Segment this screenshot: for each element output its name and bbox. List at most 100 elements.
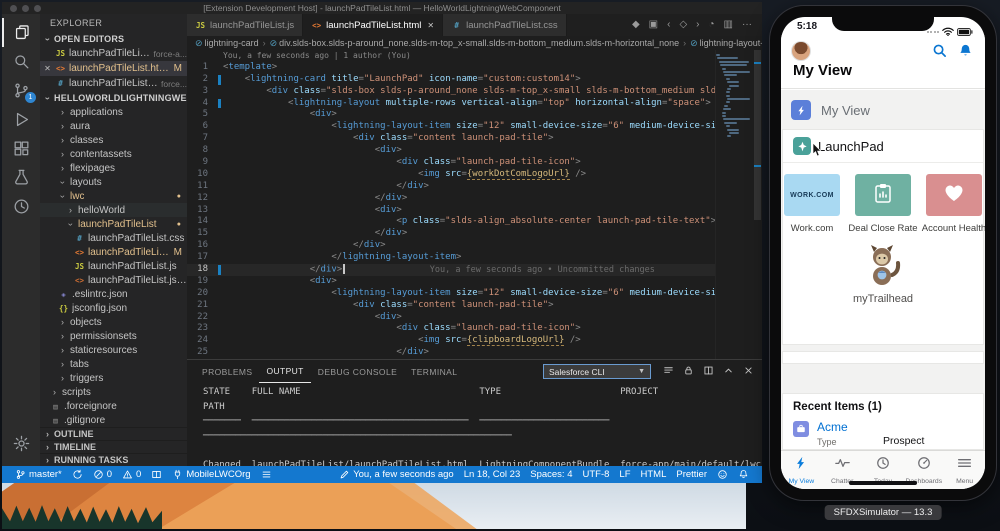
status-utf-8[interactable]: UTF-8 — [577, 469, 614, 480]
avatar[interactable] — [791, 41, 811, 61]
tree-item-forceignore[interactable]: ▤.forceignore — [40, 399, 187, 413]
launchpad-tile-work-com[interactable]: WORK.COMWork.com — [784, 174, 840, 234]
status-master[interactable]: master* — [10, 469, 67, 480]
code-line[interactable]: 21 <div class="content launch-pad-tile"> — [187, 300, 715, 312]
split-editor-icon[interactable]: ▥ — [724, 20, 733, 30]
status-you-a-few-seconds-ago[interactable]: You, a few seconds ago — [334, 469, 459, 480]
code-line[interactable]: 17 </lightning-layout-item> — [187, 252, 715, 264]
code-line[interactable]: 15 </div> — [187, 228, 715, 240]
tree-item-launchpadtilelist[interactable]: ›launchPadTileList● — [40, 217, 187, 231]
status-lf[interactable]: LF — [614, 469, 635, 480]
mytrailhead-mascot[interactable] — [865, 243, 901, 292]
settings-icon[interactable] — [2, 429, 40, 458]
open-editor-launchpadtilelist-css[interactable]: #launchPadTileList.cssforce... — [40, 76, 187, 91]
tree-item-scripts[interactable]: ›scripts — [40, 385, 187, 399]
close-panel-icon[interactable] — [743, 363, 754, 381]
code-line[interactable]: 3 <div class="slds-box slds-p-around_non… — [187, 86, 715, 98]
tree-item-lwc[interactable]: ›lwc● — [40, 189, 187, 203]
open-changes-icon[interactable]: ◇ — [679, 20, 687, 30]
status-0[interactable]: 0 — [117, 469, 146, 480]
tree-item-contentassets[interactable]: ›contentassets — [40, 147, 187, 161]
status-prettier[interactable]: Prettier — [671, 469, 712, 480]
status-ln-18-col-23[interactable]: Ln 18, Col 23 — [459, 469, 526, 480]
code-line[interactable]: 19 <div> — [187, 276, 715, 288]
status-0[interactable]: 0 — [88, 469, 117, 480]
code-line[interactable]: 4 <lightning-layout multiple-rows vertic… — [187, 98, 715, 110]
section-timeline[interactable]: ›TIMELINE — [40, 440, 187, 453]
phone-tab-menu[interactable]: Menu — [944, 451, 985, 489]
status-list[interactable] — [256, 469, 277, 480]
sfdx-preview-icon[interactable]: ◆ — [632, 20, 640, 30]
lock-scroll-icon[interactable] — [683, 363, 694, 381]
status-bell[interactable] — [733, 469, 754, 480]
recent-item-link[interactable]: Acme — [817, 420, 848, 434]
project-header[interactable]: › HELLOWORLDLIGHTNINGWEBCOMP... — [40, 91, 187, 105]
tree-item-triggers[interactable]: ›triggers — [40, 371, 187, 385]
code-line[interactable]: 22 <div> — [187, 312, 715, 324]
search-icon[interactable] — [932, 43, 947, 63]
code-line[interactable]: 20 <lightning-layout-item size="12" smal… — [187, 288, 715, 300]
breadcrumb-item[interactable]: ⊘lightning-layout-... — [690, 38, 762, 49]
section-outline[interactable]: ›OUTLINE — [40, 427, 187, 440]
prev-change-icon[interactable]: ‹ — [667, 20, 670, 30]
tree-item-launchpadtilelist-js-meta-x[interactable]: <>launchPadTileList.js-meta.x... — [40, 273, 187, 287]
screenshot-icon[interactable]: ▣ — [649, 20, 658, 30]
code-line[interactable]: 6 <lightning-layout-item size="12" small… — [187, 121, 715, 133]
panel-tab-debug-console[interactable]: DEBUG CONSOLE — [311, 360, 404, 383]
open-editor-launchpadtilelist-htm[interactable]: ✕<>launchPadTileList.htm...M — [40, 61, 187, 76]
activity-search-icon[interactable] — [2, 47, 40, 76]
timeline-icon[interactable]: ◔ — [709, 20, 715, 30]
tree-item-layouts[interactable]: ›layouts — [40, 175, 187, 189]
open-editors-header[interactable]: › OPEN EDITORS — [40, 32, 187, 46]
panel-tab-problems[interactable]: PROBLEMS — [195, 360, 259, 383]
code-line[interactable]: 2 <lightning-card title="LaunchPad" icon… — [187, 74, 715, 86]
code-line[interactable]: 13 <div> — [187, 205, 715, 217]
panel-tab-output[interactable]: OUTPUT — [259, 360, 310, 383]
output-channel-select[interactable]: Salesforce CLI ▼ — [543, 364, 651, 379]
phone-tab-my-view[interactable]: My View — [781, 451, 822, 489]
tree-item-flexipages[interactable]: ›flexipages — [40, 161, 187, 175]
home-indicator[interactable] — [849, 481, 917, 485]
editor-scrollbar[interactable] — [753, 50, 762, 359]
tree-item-classes[interactable]: ›classes — [40, 133, 187, 147]
launchpad-tile-account-health[interactable]: Account Health — [926, 174, 982, 234]
tab-launchpadtilelist-css[interactable]: #launchPadTileList.css — [443, 14, 567, 36]
scrollbar-thumb[interactable] — [754, 50, 761, 220]
status-html[interactable]: HTML — [636, 469, 672, 480]
tab-launchpadtilelist-js[interactable]: JSlaunchPadTileList.js — [187, 14, 303, 36]
code-line[interactable]: 23 <div class="launch-pad-tile-icon"> — [187, 323, 715, 335]
bell-icon[interactable] — [958, 43, 973, 63]
launchpad-tile-deal-close-rate[interactable]: Deal Close Rate — [855, 174, 911, 234]
nav-row-my-view[interactable]: My View — [781, 97, 985, 123]
close-icon[interactable]: ✕ — [43, 64, 52, 73]
tree-item-helloworld[interactable]: ›helloWorld — [40, 203, 187, 217]
tab-launchpadtilelist-html[interactable]: <>launchPadTileList.html✕ — [303, 14, 443, 36]
tree-item-staticresources[interactable]: ›staticresources — [40, 343, 187, 357]
section-running-tasks[interactable]: ›RUNNING TASKS — [40, 453, 187, 466]
status-layout[interactable] — [146, 469, 167, 480]
output-console[interactable]: STATE FULL NAME TYPE PROJECT PATH ──────… — [187, 383, 762, 466]
code-line[interactable]: 24 <img src={clipboardLogoUrl} /> — [187, 335, 715, 347]
code-line[interactable]: 16 </div> — [187, 240, 715, 252]
code-line[interactable]: 8 <div> — [187, 145, 715, 157]
breadcrumb-item[interactable]: ⊘div.slds-box.slds-p-around_none.slds-m-… — [270, 38, 680, 49]
code-line[interactable]: 11 </div> — [187, 181, 715, 193]
code-line[interactable]: 7 <div class="content launch-pad-tile"> — [187, 133, 715, 145]
activity-history-icon[interactable] — [2, 192, 40, 221]
more-actions-icon[interactable]: ··· — [742, 20, 752, 30]
maximize-panel-icon[interactable] — [723, 363, 734, 381]
status-sync[interactable] — [67, 469, 88, 480]
open-editor-launchpadtilelist-js[interactable]: JSlaunchPadTileList.jsforce-a... — [40, 46, 187, 61]
code-line[interactable]: 5 <div> — [187, 109, 715, 121]
breadcrumb-item[interactable]: ⊘lightning-card — [195, 38, 259, 49]
code-line[interactable]: 12 </div> — [187, 193, 715, 205]
tree-item-jsconfig-json[interactable]: {}jsconfig.json — [40, 301, 187, 315]
code-line[interactable]: 14 <p class="slds-align_absolute-center … — [187, 216, 715, 228]
activity-run-debug-icon[interactable] — [2, 105, 40, 134]
status-mobilelwcorg[interactable]: MobileLWCOrg — [167, 469, 255, 480]
status-feedback[interactable] — [712, 469, 733, 480]
output-actions-icon[interactable] — [663, 363, 674, 381]
tree-item-tabs[interactable]: ›tabs — [40, 357, 187, 371]
activity-test-icon[interactable] — [2, 163, 40, 192]
activity-extensions-icon[interactable] — [2, 134, 40, 163]
